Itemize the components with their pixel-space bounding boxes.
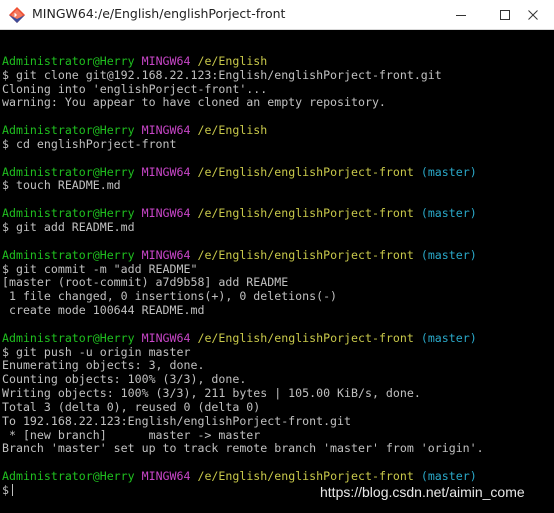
prompt-path: /e/English [197, 53, 268, 68]
prompt-branch: (master) [420, 206, 477, 221]
prompt-branch: (master) [420, 164, 477, 179]
close-icon [528, 10, 538, 20]
prompt-line: Administrator@Herry MINGW64 /e/English/e… [2, 469, 552, 484]
command-line: $ git add README.md [2, 219, 135, 234]
minimize-icon [456, 15, 466, 16]
prompt-user-host: Administrator@Herry [2, 123, 135, 138]
prompt-line: Administrator@Herry MINGW64 /e/English/e… [2, 330, 552, 346]
output-line: [master (root-commit) a7d9b58] add READM… [2, 275, 289, 290]
prompt-path: /e/English [197, 123, 268, 138]
prompt-system: MINGW64 [141, 206, 191, 221]
watermark: https://blog.csdn.net/aimin_come [320, 484, 525, 500]
prompt-path: /e/English/englishPorject-front [197, 469, 414, 484]
prompt-line: Administrator@Herry MINGW64 /e/English [2, 53, 552, 69]
text-cursor [11, 484, 13, 496]
prompt-system: MINGW64 [141, 330, 191, 345]
output-line: warning: You appear to have cloned an em… [2, 95, 386, 110]
output-line: * [new branch] master -> master [2, 427, 261, 442]
terminal-output[interactable]: Administrator@Herry MINGW64 /e/English $… [0, 30, 554, 513]
prompt-user-host: Administrator@Herry [2, 247, 135, 262]
output-line: Writing objects: 100% (3/3), 211 bytes |… [2, 386, 421, 401]
prompt-system: MINGW64 [141, 53, 191, 68]
output-line: create mode 100644 README.md [2, 303, 205, 318]
window-title: MINGW64:/e/English/englishPorject-front [32, 6, 286, 21]
close-button[interactable] [512, 0, 554, 30]
prompt-system: MINGW64 [141, 164, 191, 179]
prompt-system: MINGW64 [141, 123, 191, 138]
prompt-line: Administrator@Herry MINGW64 /e/English/e… [2, 206, 552, 221]
prompt-branch: (master) [420, 469, 477, 484]
input-prompt: $ [2, 483, 9, 497]
prompt-system: MINGW64 [141, 247, 191, 262]
prompt-path: /e/English/englishPorject-front [197, 164, 414, 179]
minimize-button[interactable] [440, 0, 482, 30]
output-line: Counting objects: 100% (3/3), done. [2, 372, 247, 387]
prompt-branch: (master) [420, 247, 477, 262]
prompt-line: Administrator@Herry MINGW64 /e/English/e… [2, 247, 552, 263]
output-line: 1 file changed, 0 insertions(+), 0 delet… [2, 289, 338, 304]
prompt-path: /e/English/englishPorject-front [197, 330, 414, 345]
prompt-user-host: Administrator@Herry [2, 53, 135, 68]
command-line: $ touch README.md [2, 178, 121, 193]
prompt-user-host: Administrator@Herry [2, 206, 135, 221]
prompt-user-host: Administrator@Herry [2, 469, 135, 484]
prompt-user-host: Administrator@Herry [2, 330, 135, 345]
output-line: To 192.168.22.123:English/englishPorject… [2, 413, 352, 428]
output-line: Enumerating objects: 3, done. [2, 358, 205, 373]
prompt-path: /e/English/englishPorject-front [197, 247, 414, 262]
git-bash-icon [9, 7, 25, 23]
title-bar[interactable]: MINGW64:/e/English/englishPorject-front [0, 0, 554, 30]
terminal-window: MINGW64:/e/English/englishPorject-front … [0, 0, 554, 513]
prompt-branch: (master) [420, 330, 477, 345]
prompt-path: /e/English/englishPorject-front [197, 206, 414, 221]
command-line: $ git push -u origin master [2, 344, 191, 359]
prompt-line: Administrator@Herry MINGW64 /e/English/e… [2, 164, 552, 180]
output-line: Cloning into 'englishPorject-front'... [2, 81, 268, 96]
command-line: $ git clone git@192.168.22.123:English/e… [2, 67, 442, 82]
output-line: Branch 'master' set up to track remote b… [2, 441, 484, 456]
prompt-user-host: Administrator@Herry [2, 164, 135, 179]
prompt-line: Administrator@Herry MINGW64 /e/English [2, 123, 552, 138]
prompt-system: MINGW64 [141, 469, 191, 484]
command-line: $ cd englishPorject-front [2, 136, 177, 151]
command-line: $ git commit -m "add README" [2, 261, 198, 276]
output-line: Total 3 (delta 0), reused 0 (delta 0) [2, 399, 261, 414]
maximize-icon [500, 10, 510, 20]
